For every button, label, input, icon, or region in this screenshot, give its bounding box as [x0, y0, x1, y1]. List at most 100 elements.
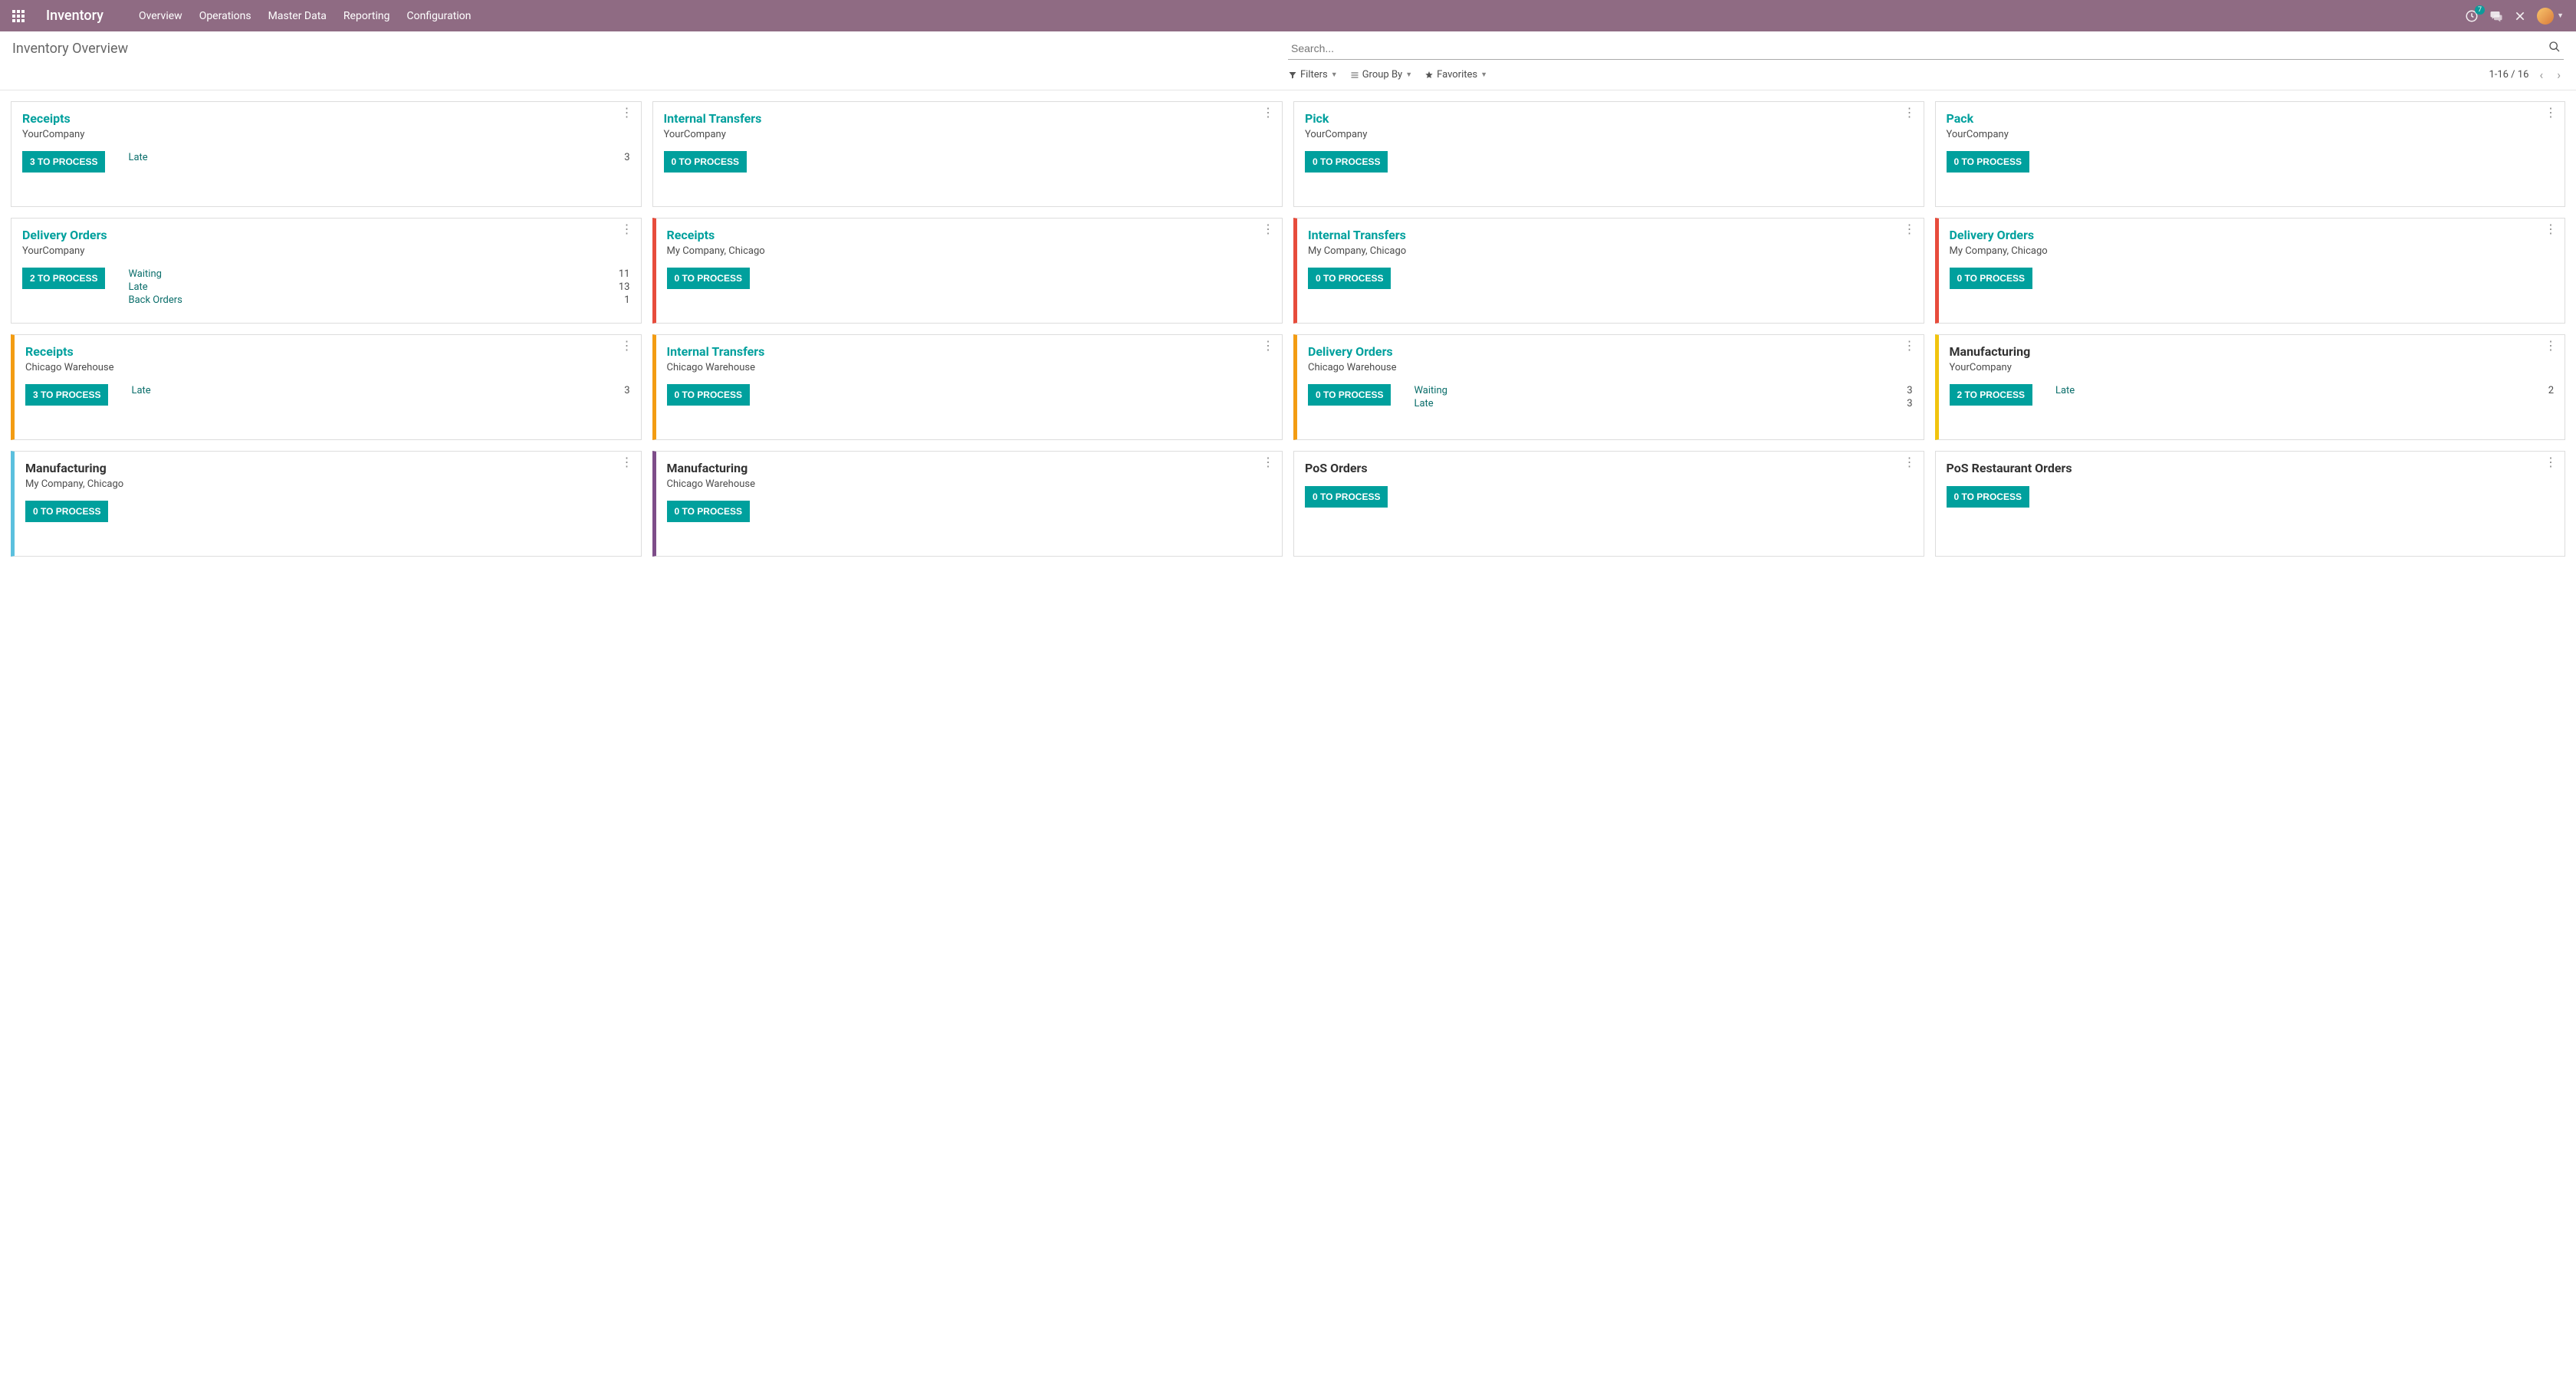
- kanban-card[interactable]: ⋮ReceiptsChicago Warehouse3 TO PROCESSLa…: [11, 334, 642, 440]
- filters-button[interactable]: Filters ▼: [1288, 69, 1338, 81]
- pager-value[interactable]: 1-16 / 16: [2489, 69, 2528, 81]
- process-button[interactable]: 0 TO PROCESS: [667, 501, 750, 522]
- card-title[interactable]: Internal Transfers: [667, 344, 1272, 359]
- apps-icon[interactable]: [12, 10, 28, 22]
- card-menu-icon[interactable]: ⋮: [1262, 343, 1274, 349]
- process-button[interactable]: 0 TO PROCESS: [1308, 268, 1391, 289]
- process-button[interactable]: 2 TO PROCESS: [22, 268, 105, 289]
- kanban-card[interactable]: ⋮PoS Restaurant Orders 0 TO PROCESS: [1935, 451, 2566, 557]
- process-button[interactable]: 0 TO PROCESS: [1950, 268, 2032, 289]
- card-menu-icon[interactable]: ⋮: [621, 110, 633, 116]
- card-title[interactable]: PoS Orders: [1305, 461, 1913, 475]
- card-company: YourCompany: [1947, 129, 2555, 140]
- process-button[interactable]: 0 TO PROCESS: [664, 151, 747, 173]
- user-menu[interactable]: ▼: [2537, 8, 2564, 25]
- nav-configuration[interactable]: Configuration: [399, 4, 478, 28]
- kanban-card[interactable]: ⋮Manufacturing YourCompany 2 TO PROCESS Lat…: [1935, 334, 2566, 440]
- card-title[interactable]: Manufacturing: [1950, 344, 2555, 359]
- card-menu-icon[interactable]: ⋮: [1904, 110, 1916, 116]
- card-menu-icon[interactable]: ⋮: [1904, 226, 1916, 232]
- nav-master-data[interactable]: Master Data: [261, 4, 334, 28]
- search-icon[interactable]: [2548, 41, 2561, 56]
- card-title[interactable]: Internal Transfers: [1308, 228, 1913, 242]
- kanban-card[interactable]: ⋮ManufacturingMy Company, Chicago0 TO PR…: [11, 451, 642, 557]
- card-title[interactable]: Delivery Orders: [22, 228, 630, 242]
- process-button[interactable]: 0 TO PROCESS: [667, 268, 750, 289]
- card-body: 2 TO PROCESS Waiting11Late13Back Orders1: [22, 268, 630, 307]
- process-button[interactable]: 0 TO PROCESS: [1947, 486, 2029, 508]
- card-body: 0 TO PROCESS: [667, 268, 1272, 289]
- card-title[interactable]: Pick: [1305, 111, 1913, 126]
- groupby-button[interactable]: Group By ▼: [1350, 69, 1412, 81]
- kanban-card[interactable]: ⋮PickYourCompany0 TO PROCESS: [1293, 101, 1924, 207]
- card-title[interactable]: PoS Restaurant Orders: [1947, 461, 2555, 475]
- kanban-card[interactable]: ⋮Delivery OrdersYourCompany2 TO PROCESSW…: [11, 218, 642, 324]
- card-title[interactable]: Manufacturing: [25, 461, 630, 475]
- stat-row[interactable]: Late2: [2055, 384, 2554, 397]
- control-panel-top: Inventory Overview: [0, 31, 2576, 63]
- kanban-card[interactable]: ⋮Internal TransfersMy Company, Chicago0 …: [1293, 218, 1924, 324]
- stat-count: 3: [1898, 385, 1913, 396]
- stat-row[interactable]: Late13: [128, 281, 629, 294]
- card-body: 0 TO PROCESS: [667, 384, 1272, 406]
- activity-icon[interactable]: 7: [2465, 9, 2479, 23]
- card-title[interactable]: Receipts: [667, 228, 1272, 242]
- process-button[interactable]: 3 TO PROCESS: [25, 384, 108, 406]
- pager-prev[interactable]: ‹: [2536, 67, 2546, 82]
- card-title[interactable]: Delivery Orders: [1308, 344, 1913, 359]
- card-menu-icon[interactable]: ⋮: [1904, 459, 1916, 465]
- kanban-card[interactable]: ⋮Internal TransfersChicago Warehouse0 TO…: [652, 334, 1283, 440]
- process-button[interactable]: 0 TO PROCESS: [1947, 151, 2029, 173]
- card-menu-icon[interactable]: ⋮: [621, 226, 633, 232]
- card-title[interactable]: Receipts: [25, 344, 630, 359]
- caret-down-icon: ▼: [1331, 71, 1338, 79]
- nav-overview[interactable]: Overview: [131, 4, 190, 28]
- stat-row[interactable]: Late3: [128, 151, 629, 164]
- card-menu-icon[interactable]: ⋮: [2545, 459, 2557, 465]
- process-button[interactable]: 2 TO PROCESS: [1950, 384, 2032, 406]
- stat-row[interactable]: Waiting11: [128, 268, 629, 281]
- stat-row[interactable]: Late3: [131, 384, 629, 397]
- kanban-card[interactable]: ⋮Pack YourCompany 0 TO PROCESS: [1935, 101, 2566, 207]
- card-menu-icon[interactable]: ⋮: [2545, 343, 2557, 349]
- stat-row[interactable]: Back Orders1: [128, 294, 629, 307]
- discuss-icon[interactable]: [2489, 9, 2503, 23]
- kanban-card[interactable]: ⋮ReceiptsYourCompany3 TO PROCESSLate3: [11, 101, 642, 207]
- card-body: 3 TO PROCESS Late3: [22, 151, 630, 173]
- process-button[interactable]: 0 TO PROCESS: [1305, 151, 1388, 173]
- card-menu-icon[interactable]: ⋮: [1262, 459, 1274, 465]
- nav-reporting[interactable]: Reporting: [336, 4, 398, 28]
- stat-row[interactable]: Late3: [1414, 397, 1912, 410]
- process-button[interactable]: 0 TO PROCESS: [1308, 384, 1391, 406]
- card-title[interactable]: Receipts: [22, 111, 630, 126]
- card-menu-icon[interactable]: ⋮: [1262, 226, 1274, 232]
- kanban-card[interactable]: ⋮Internal TransfersYourCompany0 TO PROCE…: [652, 101, 1283, 207]
- close-debug-icon[interactable]: [2514, 10, 2526, 22]
- card-company: YourCompany: [1950, 362, 2555, 373]
- card-title[interactable]: Internal Transfers: [664, 111, 1272, 126]
- nav-operations[interactable]: Operations: [192, 4, 259, 28]
- card-title[interactable]: Manufacturing: [667, 461, 1272, 475]
- card-menu-icon[interactable]: ⋮: [1262, 110, 1274, 116]
- card-menu-icon[interactable]: ⋮: [1904, 343, 1916, 349]
- card-menu-icon[interactable]: ⋮: [2545, 110, 2557, 116]
- kanban-card[interactable]: ⋮ReceiptsMy Company, Chicago0 TO PROCESS: [652, 218, 1283, 324]
- process-button[interactable]: 3 TO PROCESS: [22, 151, 105, 173]
- card-title[interactable]: Pack: [1947, 111, 2555, 126]
- app-title[interactable]: Inventory: [46, 8, 104, 24]
- kanban-card[interactable]: ⋮PoS Orders 0 TO PROCESS: [1293, 451, 1924, 557]
- card-title[interactable]: Delivery Orders: [1950, 228, 2555, 242]
- process-button[interactable]: 0 TO PROCESS: [667, 384, 750, 406]
- pager-next[interactable]: ›: [2554, 67, 2564, 82]
- kanban-card[interactable]: ⋮Delivery OrdersChicago Warehouse0 TO PR…: [1293, 334, 1924, 440]
- favorites-button[interactable]: Favorites ▼: [1424, 69, 1487, 81]
- card-menu-icon[interactable]: ⋮: [621, 459, 633, 465]
- process-button[interactable]: 0 TO PROCESS: [25, 501, 108, 522]
- card-menu-icon[interactable]: ⋮: [2545, 226, 2557, 232]
- search-input[interactable]: [1288, 38, 2564, 60]
- kanban-card[interactable]: ⋮Delivery OrdersMy Company, Chicago0 TO …: [1935, 218, 2566, 324]
- card-menu-icon[interactable]: ⋮: [621, 343, 633, 349]
- process-button[interactable]: 0 TO PROCESS: [1305, 486, 1388, 508]
- stat-row[interactable]: Waiting3: [1414, 384, 1912, 397]
- kanban-card[interactable]: ⋮ManufacturingChicago Warehouse0 TO PROC…: [652, 451, 1283, 557]
